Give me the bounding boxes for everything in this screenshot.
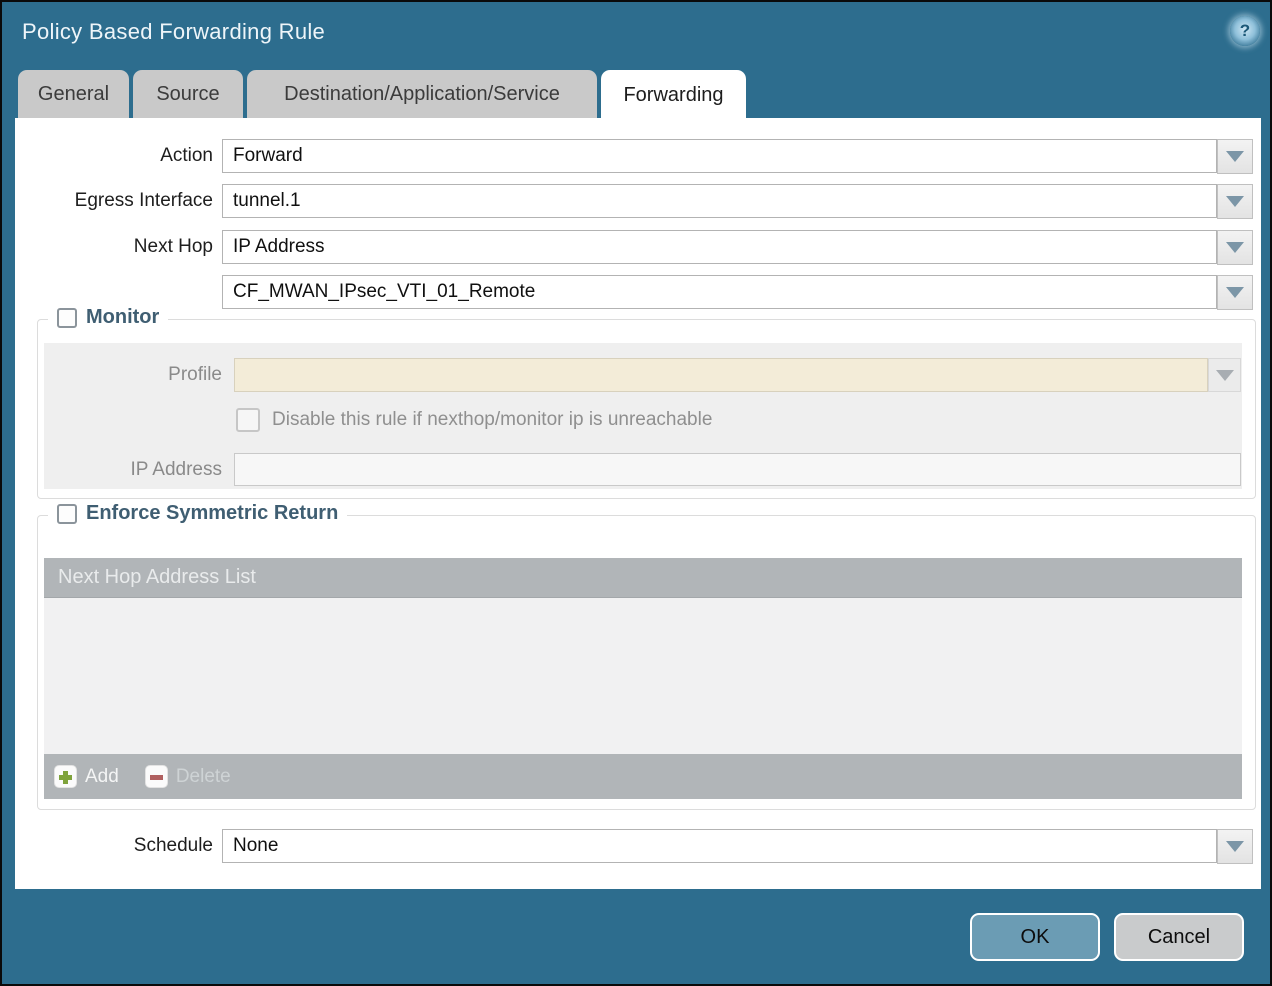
monitor-legend-label: Monitor: [86, 306, 159, 329]
enforce-symmetric-return-checkbox[interactable]: [57, 504, 77, 524]
plus-icon: [54, 765, 77, 788]
schedule-dropdown-button[interactable]: [1217, 829, 1253, 864]
monitor-legend: Monitor: [48, 306, 168, 329]
chevron-down-icon: [1226, 242, 1244, 253]
tab-general[interactable]: General: [18, 70, 129, 119]
column-header-next-hop-address-list: Next Hop Address List: [44, 558, 1242, 598]
cancel-button[interactable]: Cancel: [1114, 913, 1244, 961]
ok-button[interactable]: OK: [970, 913, 1100, 961]
schedule-label: Schedule: [15, 829, 213, 863]
next-hop-address-list-table: Next Hop Address List Add Delete: [44, 558, 1242, 799]
profile-label: Profile: [44, 358, 222, 392]
add-button[interactable]: Add: [54, 765, 119, 788]
help-icon[interactable]: [1230, 16, 1260, 46]
action-label: Action: [15, 139, 213, 173]
action-dropdown-button[interactable]: [1217, 139, 1253, 174]
monitor-ip-address-input: [234, 453, 1241, 486]
disable-rule-checkbox: [236, 408, 260, 432]
minus-icon: [145, 765, 168, 788]
dialog-title: Policy Based Forwarding Rule: [22, 19, 325, 45]
next-hop-address-list-body: [44, 598, 1242, 754]
tab-destination-application-service[interactable]: Destination/Application/Service: [247, 70, 597, 119]
profile-select: [234, 358, 1208, 392]
enforce-symmetric-return-legend: Enforce Symmetric Return: [48, 502, 347, 525]
chevron-down-icon: [1226, 287, 1244, 298]
next-hop-address-select[interactable]: CF_MWAN_IPsec_VTI_01_Remote: [222, 275, 1217, 309]
next-hop-type-dropdown-button[interactable]: [1217, 230, 1253, 265]
tab-source[interactable]: Source: [133, 70, 243, 119]
tab-forwarding[interactable]: Forwarding: [601, 70, 746, 120]
next-hop-label: Next Hop: [15, 230, 213, 264]
pbf-rule-dialog: Policy Based Forwarding Rule General Sou…: [0, 0, 1272, 986]
action-select[interactable]: Forward: [222, 139, 1217, 173]
chevron-down-icon: [1226, 841, 1244, 852]
schedule-select[interactable]: None: [222, 829, 1217, 863]
add-button-label: Add: [85, 766, 119, 788]
profile-dropdown-button: [1208, 358, 1241, 392]
chevron-down-icon: [1216, 370, 1234, 381]
egress-interface-label: Egress Interface: [15, 184, 213, 218]
monitor-checkbox[interactable]: [57, 308, 77, 328]
egress-interface-select[interactable]: tunnel.1: [222, 184, 1217, 218]
next-hop-address-list-toolbar: Add Delete: [44, 754, 1242, 799]
delete-button: Delete: [145, 765, 231, 788]
next-hop-address-dropdown-button[interactable]: [1217, 275, 1253, 310]
chevron-down-icon: [1226, 151, 1244, 162]
egress-interface-dropdown-button[interactable]: [1217, 184, 1253, 219]
delete-button-label: Delete: [176, 766, 231, 788]
next-hop-type-select[interactable]: IP Address: [222, 230, 1217, 264]
monitor-ip-address-label: IP Address: [44, 453, 222, 487]
disable-rule-label: Disable this rule if nexthop/monitor ip …: [272, 408, 712, 432]
enforce-symmetric-return-label: Enforce Symmetric Return: [86, 502, 338, 525]
chevron-down-icon: [1226, 196, 1244, 207]
